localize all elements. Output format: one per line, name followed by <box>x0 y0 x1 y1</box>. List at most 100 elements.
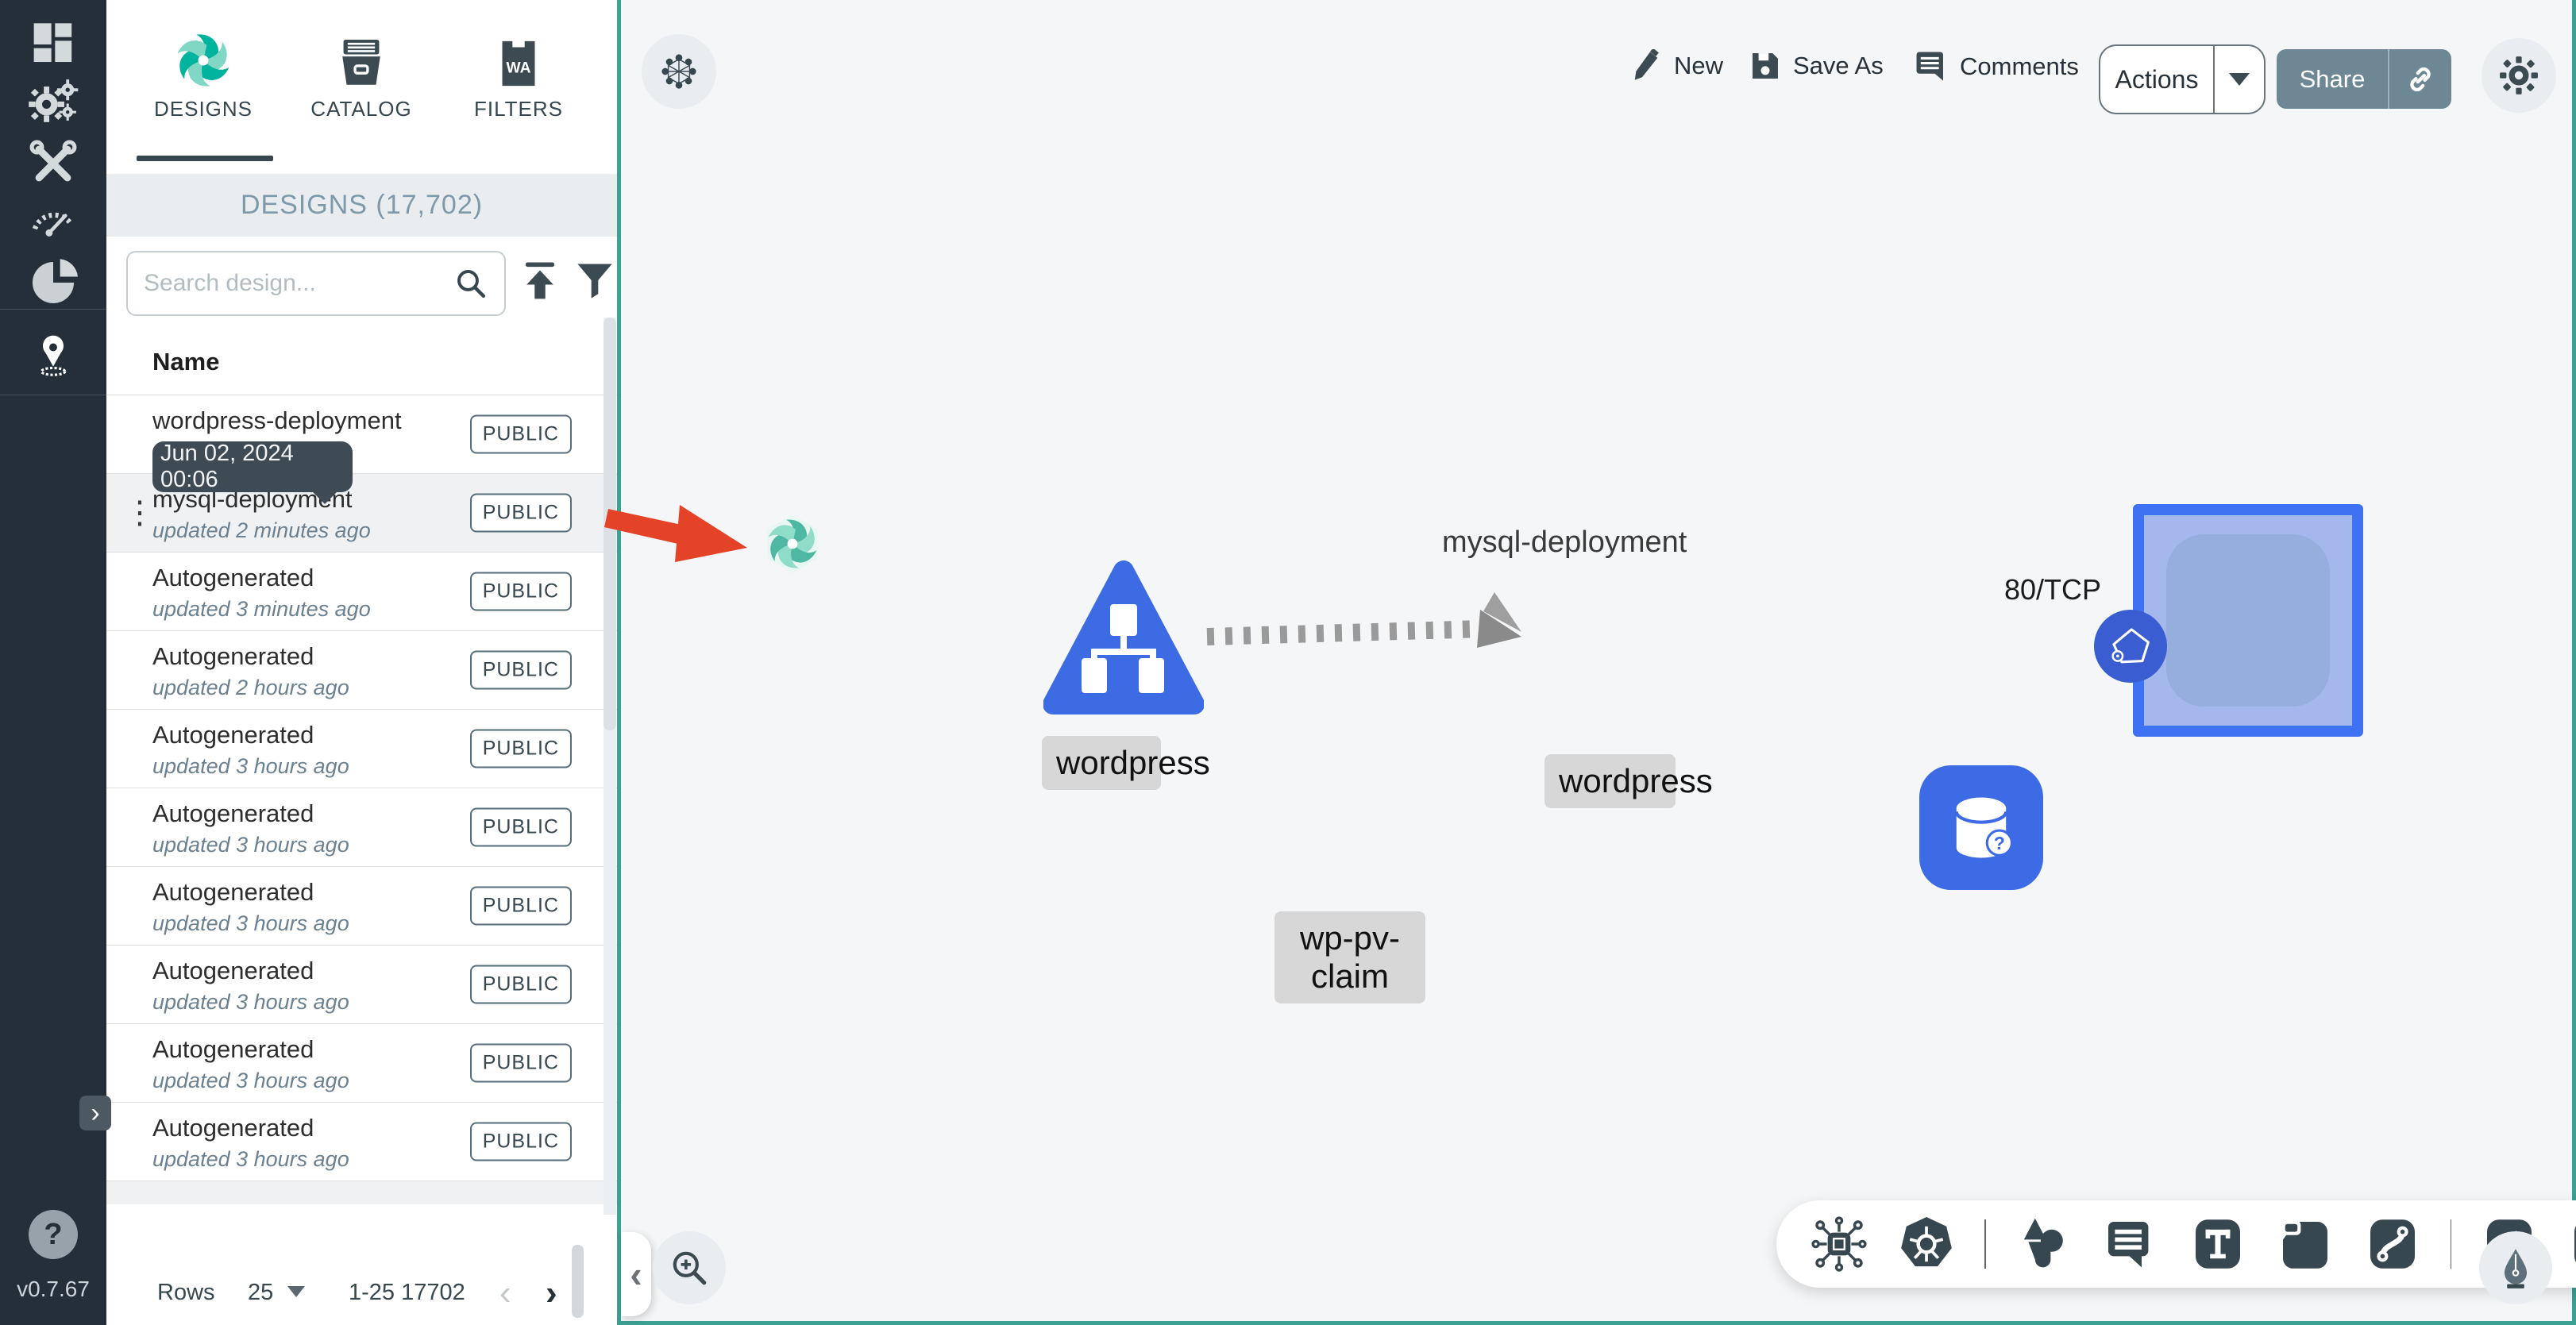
panel-tabs: DESIGNS CATALOG WA FILTERS <box>106 0 617 168</box>
canvas-topbar: New Save As Comments Actions Share <box>621 0 2576 127</box>
design-name: Autogenerated <box>152 799 314 827</box>
list-footer-strip <box>106 1181 617 1204</box>
annotation-icon[interactable] <box>2101 1214 2160 1274</box>
designs-count-header: DESIGNS (17,702) <box>106 174 617 237</box>
actions-label: Actions <box>2115 64 2199 94</box>
active-tab-underline <box>137 156 273 161</box>
rows-per-page-caret-icon[interactable] <box>287 1286 305 1297</box>
visibility-badge: PUBLIC <box>469 1043 572 1083</box>
visibility-badge: PUBLIC <box>469 493 572 533</box>
comments-label: Comments <box>1960 52 2079 80</box>
search-row <box>106 237 617 330</box>
tab-label: CATALOG <box>310 97 412 121</box>
next-page-chevron-icon[interactable]: › <box>546 1273 557 1313</box>
settings-gear-icon[interactable] <box>2482 38 2556 113</box>
table-row[interactable]: ⋮ Autogenerated updated 3 hours ago PUBL… <box>106 1023 617 1102</box>
visibility-badge: PUBLIC <box>469 1122 572 1161</box>
design-canvas[interactable]: New Save As Comments Actions Share mysql… <box>617 0 2576 1325</box>
import-design-icon[interactable] <box>518 259 562 303</box>
design-name: Autogenerated <box>152 721 314 749</box>
search-icon <box>457 270 486 299</box>
zoom-in-icon[interactable] <box>653 1231 726 1304</box>
pen-nib-icon[interactable] <box>2479 1231 2552 1304</box>
kebab-menu-icon[interactable]: ⋮ <box>124 497 156 529</box>
design-name: Autogenerated <box>152 1114 314 1142</box>
actions-dropdown-caret-icon[interactable] <box>2215 73 2264 86</box>
prev-page-chevron-icon[interactable]: ‹ <box>499 1273 511 1313</box>
deployment-node-inner <box>2166 534 2330 707</box>
design-updated: updated 3 hours ago <box>152 911 349 935</box>
column-header-name: Name <box>152 348 220 376</box>
shapes-icon[interactable] <box>2015 1214 2073 1274</box>
share-button[interactable]: Share <box>2277 49 2451 109</box>
table-row[interactable]: ⋮ Autogenerated updated 3 hours ago PUBL… <box>106 788 617 866</box>
design-updated: updated 2 hours ago <box>152 676 349 699</box>
rows-per-page[interactable]: 25 <box>248 1280 273 1306</box>
design-name: Autogenerated <box>152 957 314 984</box>
table-row[interactable]: ⋮ Autogenerated updated 3 hours ago PUBL… <box>106 945 617 1023</box>
edge-port-label: 80/TCP <box>2004 573 2102 606</box>
design-updated: updated 2 minutes ago <box>152 518 371 542</box>
table-row[interactable]: ⋮ Autogenerated updated 3 hours ago PUBL… <box>106 866 617 945</box>
save-as-label: Save As <box>1793 52 1884 79</box>
save-as-button[interactable]: Save As <box>1749 49 1884 83</box>
tab-filters[interactable]: WA FILTERS <box>451 21 586 121</box>
new-label: New <box>1674 52 1724 79</box>
tab-designs[interactable]: DESIGNS <box>136 21 271 121</box>
link-curve-icon[interactable] <box>2363 1214 2422 1274</box>
actions-button[interactable]: Actions <box>2099 44 2266 114</box>
filter-funnel-icon[interactable] <box>573 259 616 302</box>
sidebar-expand-chevron-icon[interactable]: › <box>79 1096 111 1130</box>
rectangle-tool-icon[interactable] <box>2276 1214 2335 1274</box>
service-node[interactable] <box>1043 560 1204 718</box>
visibility-badge: PUBLIC <box>469 572 572 611</box>
list-scrollbar[interactable] <box>604 318 616 1215</box>
deployment-node[interactable] <box>2133 504 2363 737</box>
design-updated: updated 3 hours ago <box>152 754 349 778</box>
table-row[interactable]: ⋮ Autogenerated updated 3 hours ago PUBL… <box>106 709 617 788</box>
search-input[interactable] <box>144 270 453 297</box>
kubernetes-pentagon-badge-icon[interactable] <box>2094 610 2167 683</box>
search-input-wrap[interactable] <box>126 251 506 316</box>
design-name: Autogenerated <box>152 564 314 591</box>
toolbar-divider <box>2450 1219 2452 1269</box>
meshery-spiral-icon <box>136 21 271 89</box>
panel-collapse-chevron-icon[interactable]: ‹ <box>621 1232 651 1316</box>
text-tool-icon[interactable] <box>2188 1214 2247 1274</box>
table-row[interactable]: ⋮ Autogenerated updated 3 hours ago PUBL… <box>106 1102 617 1181</box>
comments-button[interactable]: Comments <box>1914 49 2079 84</box>
component-icon[interactable] <box>1810 1214 1868 1274</box>
lifecycle-gears-icon[interactable] <box>23 73 83 133</box>
list-scrollbar-thumb[interactable] <box>604 318 616 730</box>
panel-scrollbar-thumb[interactable] <box>572 1245 584 1318</box>
design-updated: updated 3 hours ago <box>152 990 349 1014</box>
sidebar-divider <box>0 309 106 310</box>
table-row[interactable]: ⋮ Autogenerated updated 3 minutes ago PU… <box>106 552 617 630</box>
tab-label: FILTERS <box>474 97 563 121</box>
pvc-node-label: wp-pv-claim <box>1275 911 1425 1003</box>
kubernetes-icon[interactable] <box>1897 1214 1956 1274</box>
table-row[interactable]: ⋮ Autogenerated updated 2 hours ago PUBL… <box>106 630 617 709</box>
extensions-pie-icon[interactable] <box>23 252 83 313</box>
share-label: Share <box>2299 64 2366 93</box>
new-button[interactable]: New <box>1629 49 1723 83</box>
tab-label: DESIGNS <box>153 97 253 121</box>
pvc-node[interactable]: ? <box>1919 765 2043 890</box>
configuration-tools-icon[interactable] <box>23 133 83 194</box>
design-updated: updated 3 minutes ago <box>152 597 371 621</box>
help-icon[interactable]: ? <box>29 1210 78 1259</box>
design-name: Autogenerated <box>152 642 314 670</box>
canvas-bottom-toolbar <box>1776 1200 2576 1288</box>
svg-text:WA: WA <box>507 60 531 77</box>
performance-speedometer-icon[interactable] <box>23 191 83 251</box>
design-updated: updated 3 hours ago <box>152 1069 349 1092</box>
design-updated: updated 3 hours ago <box>152 833 349 857</box>
tab-catalog[interactable]: CATALOG <box>294 21 429 121</box>
rows-label: Rows <box>157 1280 215 1305</box>
pencil-doodle-icon[interactable] <box>2567 1214 2576 1274</box>
mysql-node-icon[interactable] <box>761 510 824 578</box>
designs-table: ⋮ wordpress-deployment PUBLIC ⋮ mysql-de… <box>106 395 617 1181</box>
share-link-icon[interactable] <box>2389 64 2451 95</box>
kanvas-pin-icon[interactable] <box>23 325 83 386</box>
dashboard-icon[interactable] <box>23 14 83 75</box>
